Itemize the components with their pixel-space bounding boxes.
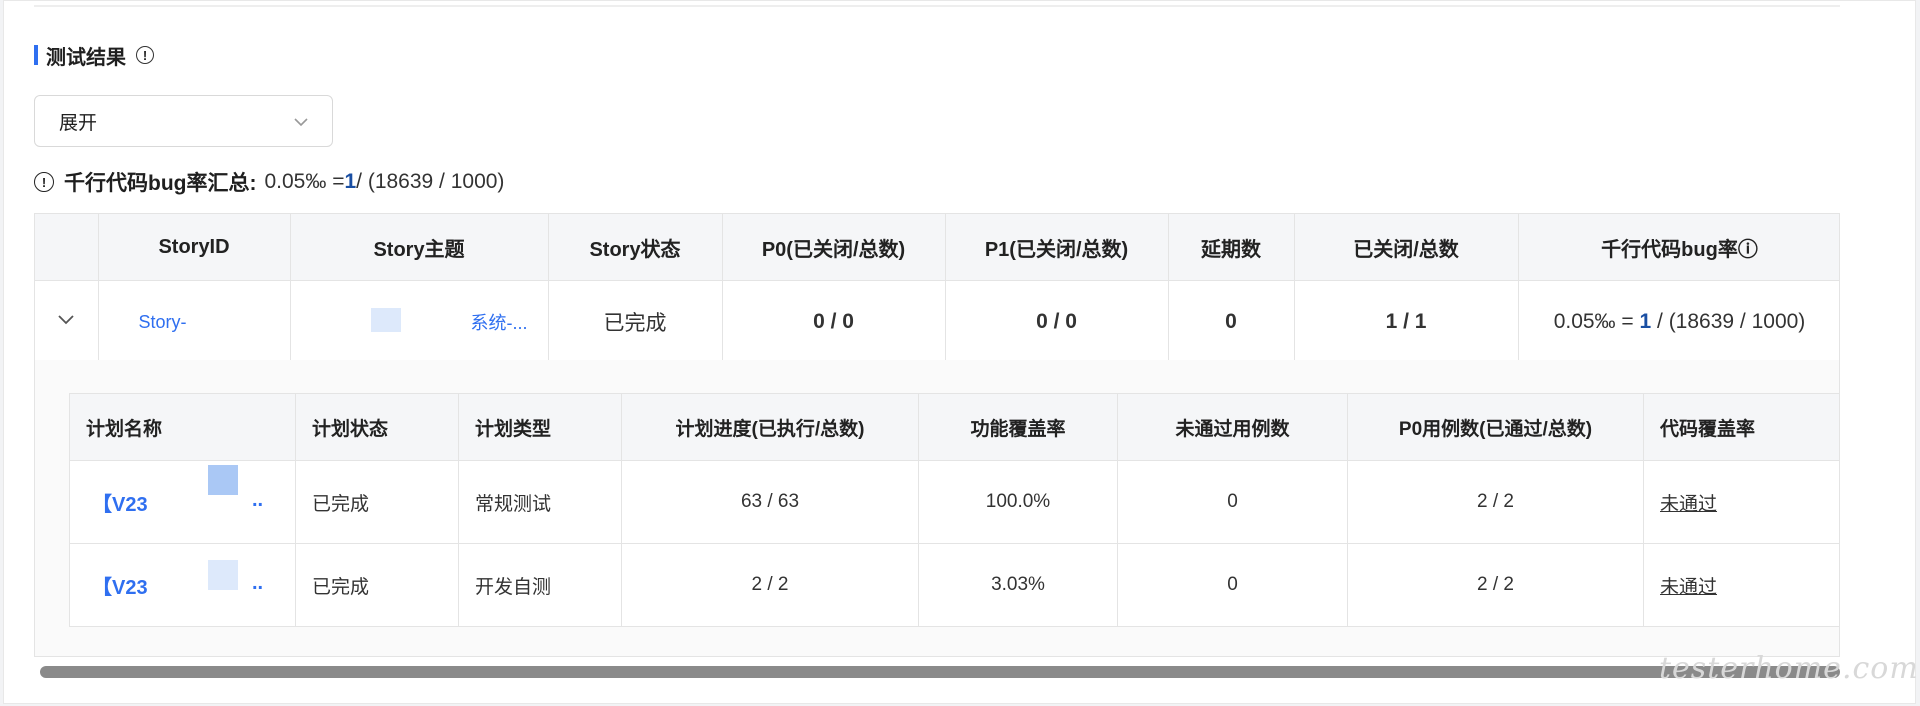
plan-name-ellipsis: .. [252,572,264,594]
story-table: StoryID Story主题 Story状态 P0(已关闭/总数) P1(已关… [35,214,1839,364]
summary-closed: 1 [344,170,357,193]
p0-case-count: 2 / 2 [1347,460,1644,544]
code-coverage-link[interactable]: 未通过 [1643,460,1839,544]
failed-case-count: 0 [1117,460,1348,544]
bug-rate-suffix: / (18639 / 1000) [1651,310,1806,333]
expand-select[interactable]: 展开 [34,95,333,147]
plan-progress: 63 / 63 [621,460,919,544]
story-id-link[interactable]: Story- [98,280,291,364]
summary-label: 千行代码bug率汇总: [64,172,257,195]
plan-type: 开发自测 [458,543,622,627]
col-header: 功能覆盖率 [918,393,1118,461]
plan-table-header: 计划名称 计划状态 计划类型 计划进度(已执行/总数) 功能覆盖率 未通过用例数… [69,393,1839,461]
section-title: 测试结果 ! [34,43,154,69]
bug-rate-cell: 0.05‰ = 1 / (18639 / 1000) [1518,280,1839,364]
col-header: 计划类型 [458,393,622,461]
expanded-row-area: 计划名称 计划状态 计划类型 计划进度(已执行/总数) 功能覆盖率 未通过用例数… [35,360,1839,656]
col-header: 未通过用例数 [1117,393,1348,461]
redaction-block [208,560,238,590]
chevron-down-icon [58,315,74,325]
redaction-block [370,308,401,332]
divider [34,5,1840,7]
col-header: 计划进度(已执行/总数) [621,393,919,461]
col-header: StoryID [98,214,291,281]
bug-rate-summary: ! 千行代码bug率汇总: 0.05‰ = 1 / (18639 / 1000) [34,167,504,197]
test-result-card: 测试结果 ! 展开 ! 千行代码bug率汇总: 0.05‰ = 1 / (186… [3,0,1919,704]
delayed-count: 0 [1168,280,1295,364]
col-header: 已关闭/总数 [1294,214,1519,281]
info-icon[interactable]: ! [136,46,154,64]
table-row: Story- 系统-... 已完成 0 / 0 0 / 0 0 1 / 1 0.… [35,280,1839,364]
col-header: P0用例数(已通过/总数) [1347,393,1644,461]
col-header: 代码覆盖率 [1643,393,1839,461]
p0-count: 0 / 0 [722,280,946,364]
col-header: Story状态 [548,214,723,281]
plan-table: 计划名称 计划状态 计划类型 计划进度(已执行/总数) 功能覆盖率 未通过用例数… [69,393,1839,627]
col-header: P1(已关闭/总数) [945,214,1169,281]
chevron-down-icon [294,118,308,127]
col-header: 延期数 [1168,214,1295,281]
code-coverage-link[interactable]: 未通过 [1643,543,1839,627]
summary-prefix: 0.05‰ = [264,170,345,193]
warning-icon: ! [34,172,54,192]
story-topic-link[interactable]: 系统-... [290,280,549,364]
plan-status: 已完成 [295,460,459,544]
p1-count: 0 / 0 [945,280,1169,364]
expand-select-value: 展开 [59,112,98,134]
expand-col-header [35,214,99,281]
plan-name-text: 【V23 [92,576,148,599]
watermark: testerhome.com [1659,651,1919,686]
col-header: 计划状态 [295,393,459,461]
story-status: 已完成 [548,280,723,364]
title-accent-bar [34,45,38,65]
col-header: P0(已关闭/总数) [722,214,946,281]
col-header: 计划名称 [69,393,296,461]
plan-name-text: 【V23 [92,493,148,516]
horizontal-scrollbar[interactable] [40,666,1840,678]
plan-name-link[interactable]: 【V23 .. [69,543,296,627]
plan-name-link[interactable]: 【V23 .. [69,460,296,544]
plan-status: 已完成 [295,543,459,627]
section-title-text: 测试结果 [46,46,126,69]
plan-type: 常规测试 [458,460,622,544]
table-row: 【V23 .. 已完成 开发自测 2 / 2 3.03% 0 2 / 2 未通过 [69,543,1839,627]
table-row: 【V23 .. 已完成 常规测试 63 / 63 100.0% 0 2 / 2 … [69,460,1839,544]
bug-rate-prefix: 0.05‰ = [1553,310,1640,333]
closed-total: 1 / 1 [1294,280,1519,364]
story-topic-text: 系统-... [470,313,528,333]
function-coverage: 100.0% [918,460,1118,544]
summary-suffix: / (18639 / 1000) [356,170,505,193]
plan-progress: 2 / 2 [621,543,919,627]
function-coverage: 3.03% [918,543,1118,627]
expand-toggle[interactable] [35,280,99,364]
story-table-container: StoryID Story主题 Story状态 P0(已关闭/总数) P1(已关… [34,213,1840,657]
redaction-block [208,465,238,495]
bug-rate-closed: 1 [1639,310,1652,333]
failed-case-count: 0 [1117,543,1348,627]
story-table-header: StoryID Story主题 Story状态 P0(已关闭/总数) P1(已关… [35,214,1839,281]
p0-case-count: 2 / 2 [1347,543,1644,627]
plan-name-ellipsis: .. [252,489,264,511]
col-header: Story主题 [290,214,549,281]
col-header: 千行代码bug率ⓘ [1518,214,1839,281]
